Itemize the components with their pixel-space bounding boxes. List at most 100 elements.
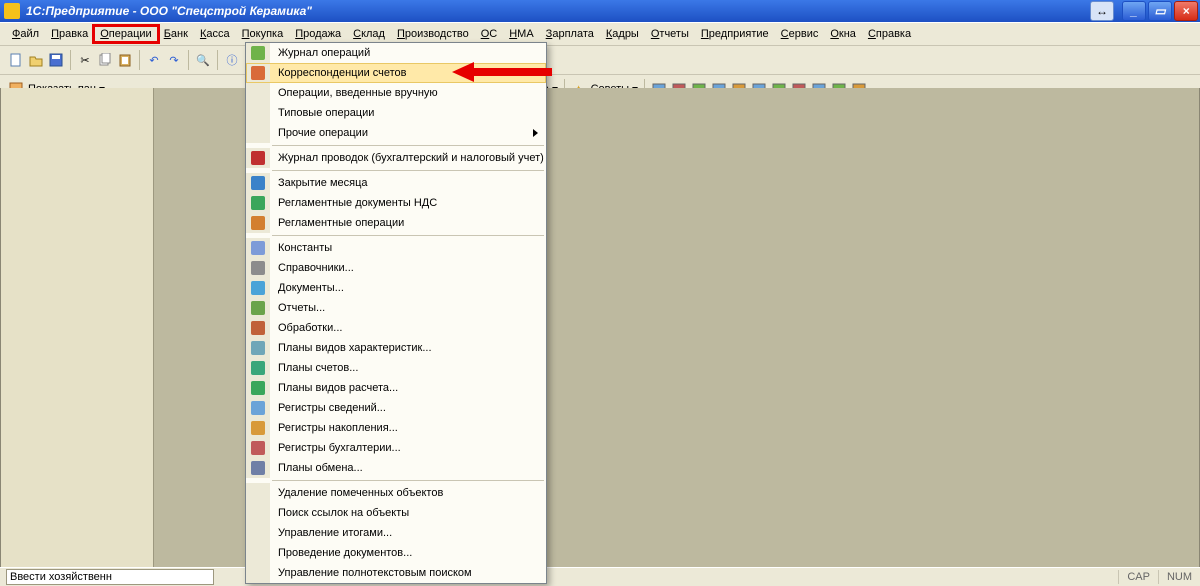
status-cap: CAP (1118, 570, 1158, 584)
menu-item-label: Регламентные операции (270, 217, 546, 229)
app-icon (4, 3, 20, 19)
menu-item-label: Планы обмена... (270, 462, 546, 474)
menu-item-28[interactable]: Проведение документов... (246, 543, 546, 563)
menu-item-icon (246, 458, 270, 478)
menu-item-icon (246, 543, 270, 563)
menu-item-0[interactable]: Журнал операций (246, 43, 546, 63)
menu-покупка[interactable]: Покупка (236, 26, 290, 42)
menu-item-icon (246, 563, 270, 583)
menu-item-13[interactable]: Справочники... (246, 258, 546, 278)
menu-item-icon (246, 523, 270, 543)
menu-сервис[interactable]: Сервис (775, 26, 825, 42)
help-circle-icon[interactable]: ⓘ (224, 52, 240, 68)
menu-производство[interactable]: Производство (391, 26, 475, 42)
menu-файл[interactable]: Файл (6, 26, 45, 42)
menu-item-23[interactable]: Планы обмена... (246, 458, 546, 478)
menu-операции[interactable]: Операции (94, 26, 157, 42)
menu-item-label: Закрытие месяца (270, 177, 546, 189)
menu-separator (272, 235, 544, 236)
menu-item-label: Документы... (270, 282, 546, 294)
menu-item-19[interactable]: Планы видов расчета... (246, 378, 546, 398)
menu-склад[interactable]: Склад (347, 26, 391, 42)
menu-item-icon (246, 278, 270, 298)
menu-item-label: Планы счетов... (270, 362, 546, 374)
menu-item-21[interactable]: Регистры накопления... (246, 418, 546, 438)
menu-item-label: Управление итогами... (270, 527, 546, 539)
menu-кадры[interactable]: Кадры (600, 26, 645, 42)
menu-item-20[interactable]: Регистры сведений... (246, 398, 546, 418)
menu-справка[interactable]: Справка (862, 26, 917, 42)
menu-item-17[interactable]: Планы видов характеристик... (246, 338, 546, 358)
menu-item-4[interactable]: Прочие операции (246, 123, 546, 143)
copy-icon[interactable] (97, 52, 113, 68)
menu-item-icon (246, 238, 270, 258)
menu-item-label: Справочники... (270, 262, 546, 274)
minimize-button[interactable]: _ (1122, 1, 1146, 21)
menu-item-15[interactable]: Отчеты... (246, 298, 546, 318)
menu-item-icon (246, 378, 270, 398)
menu-item-27[interactable]: Управление итогами... (246, 523, 546, 543)
menu-item-6[interactable]: Журнал проводок (бухгалтерский и налогов… (246, 148, 546, 168)
menu-item-12[interactable]: Константы (246, 238, 546, 258)
menu-item-icon (246, 43, 270, 63)
menu-правка[interactable]: Правка (45, 26, 94, 42)
menu-продажа[interactable]: Продажа (289, 26, 347, 42)
sync-button[interactable]: ↔ (1090, 1, 1114, 21)
menu-item-icon (246, 258, 270, 278)
menu-нма[interactable]: НМА (503, 26, 539, 42)
menu-item-icon (246, 193, 270, 213)
menu-separator (272, 145, 544, 146)
menu-окна[interactable]: Окна (824, 26, 862, 42)
menu-item-label: Константы (270, 242, 546, 254)
menu-item-22[interactable]: Регистры бухгалтерии... (246, 438, 546, 458)
menu-item-10[interactable]: Регламентные операции (246, 213, 546, 233)
menu-item-label: Удаление помеченных объектов (270, 487, 546, 499)
menu-item-icon (246, 438, 270, 458)
menu-item-label: Поиск ссылок на объекты (270, 507, 546, 519)
menu-отчеты[interactable]: Отчеты (645, 26, 695, 42)
menu-item-9[interactable]: Регламентные документы НДС (246, 193, 546, 213)
menu-item-16[interactable]: Обработки... (246, 318, 546, 338)
menu-зарплата[interactable]: Зарплата (540, 26, 600, 42)
menu-ос[interactable]: ОС (475, 26, 504, 42)
status-input[interactable] (6, 569, 214, 585)
redo-icon[interactable]: ↷ (166, 52, 182, 68)
menu-item-icon (246, 173, 270, 193)
menu-item-29[interactable]: Управление полнотекстовым поиском (246, 563, 546, 583)
menu-separator (272, 480, 544, 481)
menu-item-1[interactable]: Корреспонденции счетов (246, 63, 546, 83)
menu-item-14[interactable]: Документы... (246, 278, 546, 298)
toolbar-main: ✂ ↶ ↷ 🔍 ⓘ ? ⬣ M M+ Мж (0, 46, 1200, 75)
menu-separator (272, 170, 544, 171)
menu-item-label: Планы видов характеристик... (270, 342, 546, 354)
menu-item-8[interactable]: Закрытие месяца (246, 173, 546, 193)
find-icon[interactable]: 🔍 (195, 52, 211, 68)
menu-item-icon (246, 103, 270, 123)
menu-предприятие[interactable]: Предприятие (695, 26, 775, 42)
menu-item-icon (246, 318, 270, 338)
maximize-button[interactable]: ▭ (1148, 1, 1172, 21)
menu-касса[interactable]: Касса (194, 26, 236, 42)
menu-item-icon (246, 418, 270, 438)
close-button[interactable]: × (1174, 1, 1198, 21)
menu-item-2[interactable]: Операции, введенные вручную (246, 83, 546, 103)
cut-icon[interactable]: ✂ (77, 52, 93, 68)
menu-item-25[interactable]: Удаление помеченных объектов (246, 483, 546, 503)
new-file-icon[interactable] (8, 52, 24, 68)
workspace (0, 88, 1200, 568)
open-icon[interactable] (28, 52, 44, 68)
menu-item-label: Регистры накопления... (270, 422, 546, 434)
submenu-arrow-icon (533, 129, 538, 137)
menu-item-3[interactable]: Типовые операции (246, 103, 546, 123)
menu-банк[interactable]: Банк (158, 26, 194, 42)
menu-item-icon (246, 358, 270, 378)
paste-icon[interactable] (117, 52, 133, 68)
menu-item-18[interactable]: Планы счетов... (246, 358, 546, 378)
menu-item-label: Корреспонденции счетов (270, 67, 546, 79)
menu-item-label: Операции, введенные вручную (270, 87, 546, 99)
undo-icon[interactable]: ↶ (146, 52, 162, 68)
menu-item-label: Обработки... (270, 322, 546, 334)
save-icon[interactable] (48, 52, 64, 68)
menu-item-label: Регистры сведений... (270, 402, 546, 414)
menu-item-26[interactable]: Поиск ссылок на объекты (246, 503, 546, 523)
